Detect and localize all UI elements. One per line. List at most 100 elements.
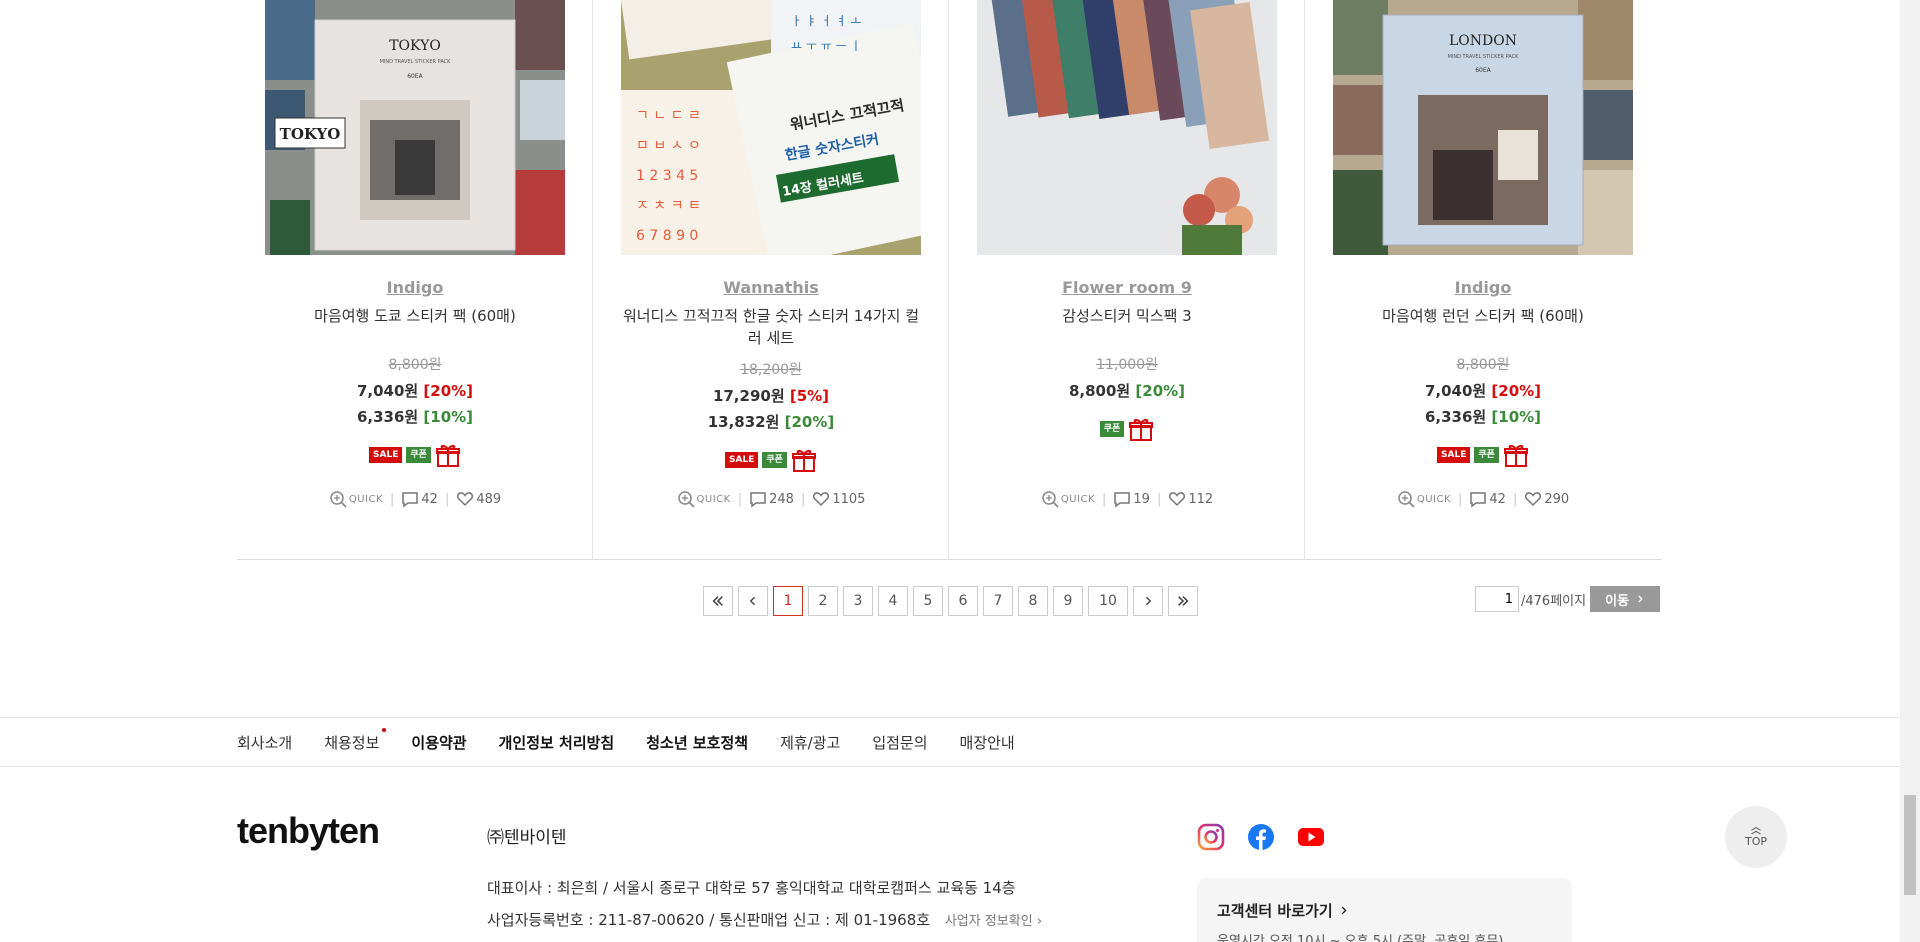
svg-text:6 7 8 9 0: 6 7 8 9 0 xyxy=(636,228,698,244)
double-chevron-left-icon xyxy=(712,596,723,606)
zoom-icon[interactable] xyxy=(677,490,695,508)
scroll-top-button[interactable]: TOP xyxy=(1725,806,1787,868)
badge-row: SALE 쿠폰 xyxy=(237,442,593,468)
next-page-button[interactable] xyxy=(1133,586,1163,616)
sale-price: 7,040원 xyxy=(356,382,419,400)
coupon-price: 13,832원 xyxy=(707,413,780,431)
footer-link-careers[interactable]: 채용정보 xyxy=(324,728,387,753)
footer-link-youth[interactable]: 청소년 보호정책 xyxy=(646,732,748,753)
footer-link-company[interactable]: 회사소개 xyxy=(237,732,292,753)
footer-logo[interactable]: tenbyten xyxy=(237,810,380,852)
footer-link-privacy[interactable]: 개인정보 처리방침 xyxy=(499,732,615,753)
badge-row: 쿠폰 xyxy=(949,416,1305,442)
registration-text: 사업자등록번호 : 211-87-00620 / 통신판매업 신고 : 제 01… xyxy=(487,911,931,929)
heart-icon[interactable] xyxy=(812,490,830,508)
last-page-button[interactable] xyxy=(1168,586,1198,616)
double-chevron-right-icon xyxy=(1178,596,1189,606)
page-button[interactable]: 7 xyxy=(983,586,1013,616)
product-card[interactable]: ㄱ ㄴ ㄷ ㄹ ㅁ ㅂ ㅅ ㅇ 1 2 3 4 5 ㅈ ㅊ ㅋ ㅌ 6 7 8 … xyxy=(593,0,949,559)
total-pages: /476페이지 xyxy=(1521,593,1587,609)
product-brand[interactable]: Indigo xyxy=(1305,278,1661,297)
quick-view-button[interactable]: QUICK xyxy=(1061,494,1095,505)
page-button[interactable]: 9 xyxy=(1053,586,1083,616)
product-brand[interactable]: Wannathis xyxy=(593,278,949,297)
product-name[interactable]: 감성스티커 믹스팩 3 xyxy=(977,305,1277,327)
customer-center-link[interactable]: 고객센터 바로가기 xyxy=(1217,900,1349,921)
quick-view-button[interactable]: QUICK xyxy=(349,494,383,505)
product-card[interactable]: LONDON MIND TRAVEL STICKER PACK 60EA Ind… xyxy=(1305,0,1661,559)
page-button[interactable]: 5 xyxy=(913,586,943,616)
gift-icon xyxy=(791,449,816,472)
page-button[interactable]: 3 xyxy=(843,586,873,616)
chevron-right-icon xyxy=(1341,906,1347,915)
product-image[interactable]: TOKYO MIND TRAVEL STICKER PACK 60EA TOKY… xyxy=(265,0,565,255)
sale-price: 17,290원 xyxy=(712,387,785,405)
chevron-right-icon xyxy=(1638,595,1643,603)
product-meta: QUICK | 248 | 1105 xyxy=(593,490,949,508)
youtube-icon[interactable] xyxy=(1297,823,1325,851)
scroll-top-label: TOP xyxy=(1744,834,1767,848)
sale-discount: [20%] xyxy=(423,382,474,400)
footer-link-vendor[interactable]: 입점문의 xyxy=(872,732,927,753)
product-image[interactable] xyxy=(977,0,1277,255)
page-button[interactable]: 6 xyxy=(948,586,978,616)
product-name[interactable]: 마음여행 런던 스티커 팩 (60매) xyxy=(1333,305,1633,327)
sale-price: 7,040원 xyxy=(1424,382,1487,400)
go-page-button[interactable]: 이동 xyxy=(1590,586,1661,612)
zoom-icon[interactable] xyxy=(329,490,347,508)
product-name[interactable]: 마음여행 도쿄 스티커 팩 (60매) xyxy=(265,305,565,327)
first-page-button[interactable] xyxy=(703,586,733,616)
svg-text:TOKYO: TOKYO xyxy=(280,125,341,143)
footer-nav: 회사소개 채용정보 이용약관 개인정보 처리방침 청소년 보호정책 제휴/광고 … xyxy=(0,717,1900,767)
instagram-icon[interactable] xyxy=(1197,823,1225,851)
product-card[interactable]: Flower room 9 감성스티커 믹스팩 3 11,000원 8,800원… xyxy=(949,0,1305,559)
chevron-right-icon xyxy=(1146,596,1152,606)
price-block: 8,800원 7,040원 [20%] 6,336원 [10%] xyxy=(1305,351,1661,430)
gift-icon xyxy=(1129,418,1154,441)
heart-icon[interactable] xyxy=(1168,490,1186,508)
sale-discount: [5%] xyxy=(789,387,830,405)
product-image[interactable]: LONDON MIND TRAVEL STICKER PACK 60EA xyxy=(1333,0,1633,255)
footer-link-terms[interactable]: 이용약관 xyxy=(411,732,466,753)
product-brand[interactable]: Indigo xyxy=(237,278,593,297)
coupon-badge: 쿠폰 xyxy=(1099,421,1125,437)
facebook-icon[interactable] xyxy=(1247,823,1275,851)
page-button[interactable]: 4 xyxy=(878,586,908,616)
customer-center-box[interactable]: 고객센터 바로가기 운영시간 오전 10시 ~ 오후 5시 (주말, 공휴일 휴… xyxy=(1197,878,1572,942)
product-meta: QUICK | 42 | 489 xyxy=(237,490,593,508)
product-meta: QUICK | 42 | 290 xyxy=(1305,490,1661,508)
page-button[interactable]: 10 xyxy=(1088,586,1128,616)
comment-icon xyxy=(1470,492,1487,508)
quick-view-button[interactable]: QUICK xyxy=(1417,494,1451,505)
product-name[interactable]: 워너디스 끄적끄적 한글 숫자 스티커 14가지 컬러 세트 xyxy=(621,305,921,349)
coupon-discount: [20%] xyxy=(1135,382,1186,400)
business-info-link[interactable]: 사업자 정보확인 › xyxy=(945,914,1042,929)
customer-center-hours: 운영시간 오전 10시 ~ 오후 5시 (주말, 공휴일 휴무) xyxy=(1217,934,1504,942)
footer-link-stores[interactable]: 매장안내 xyxy=(960,732,1015,753)
svg-text:ㅈ ㅊ ㅋ ㅌ: ㅈ ㅊ ㅋ ㅌ xyxy=(636,198,701,214)
heart-icon[interactable] xyxy=(456,490,474,508)
page-button[interactable]: 1 xyxy=(773,586,803,616)
page-button[interactable]: 2 xyxy=(808,586,838,616)
page-number-input[interactable] xyxy=(1475,586,1519,612)
original-price: 8,800원 xyxy=(1456,357,1510,373)
svg-text:ㅁ ㅂ ㅅ ㅇ: ㅁ ㅂ ㅅ ㅇ xyxy=(636,138,701,154)
review-count: 19 xyxy=(1133,491,1150,507)
quick-view-button[interactable]: QUICK xyxy=(697,494,731,505)
product-image[interactable]: ㄱ ㄴ ㄷ ㄹ ㅁ ㅂ ㅅ ㅇ 1 2 3 4 5 ㅈ ㅊ ㅋ ㅌ 6 7 8 … xyxy=(621,0,921,255)
heart-icon[interactable] xyxy=(1524,490,1542,508)
footer-link-partnership[interactable]: 제휴/광고 xyxy=(780,732,840,753)
page-jump: /476페이지 이동 xyxy=(1475,586,1661,612)
product-brand[interactable]: Flower room 9 xyxy=(949,278,1305,297)
like-count: 1105 xyxy=(832,491,866,507)
zoom-icon[interactable] xyxy=(1041,490,1059,508)
prev-page-button[interactable] xyxy=(738,586,768,616)
product-card[interactable]: TOKYO MIND TRAVEL STICKER PACK 60EA TOKY… xyxy=(237,0,593,559)
coupon-discount: [20%] xyxy=(784,413,835,431)
svg-text:1 2 3 4 5: 1 2 3 4 5 xyxy=(636,168,698,184)
page-button[interactable]: 8 xyxy=(1018,586,1048,616)
zoom-icon[interactable] xyxy=(1397,490,1415,508)
like-count: 290 xyxy=(1544,491,1570,507)
scrollbar-thumb[interactable] xyxy=(1904,795,1916,895)
svg-text:ㄱ ㄴ ㄷ ㄹ: ㄱ ㄴ ㄷ ㄹ xyxy=(636,108,701,124)
